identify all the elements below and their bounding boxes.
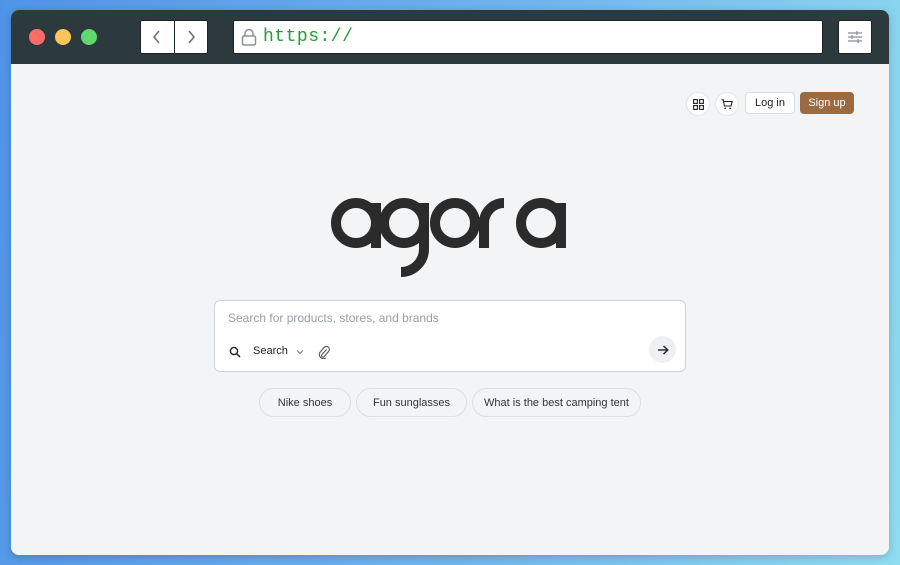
search-submit-button[interactable]	[649, 336, 676, 363]
search-box: Search	[214, 300, 686, 372]
suggestion-chip[interactable]: Fun sunglasses	[356, 388, 467, 417]
suggestion-chips: Nike shoes Fun sunglasses What is the be…	[259, 388, 646, 417]
back-button[interactable]	[141, 21, 174, 53]
forward-button[interactable]	[173, 21, 207, 53]
minimize-window-button[interactable]	[55, 29, 71, 45]
suggestion-chip[interactable]: What is the best camping tent	[472, 388, 641, 417]
sliders-icon	[848, 31, 862, 43]
navigation-buttons	[140, 20, 208, 54]
address-bar[interactable]: https://	[233, 20, 823, 54]
cart-button[interactable]	[715, 92, 739, 116]
browser-window: https:// Log in Sign up Search for produ…	[11, 10, 889, 555]
chevron-left-icon	[153, 30, 161, 44]
page-content: Log in Sign up Search for products, stor…	[11, 64, 889, 555]
signup-button[interactable]: Sign up	[800, 92, 854, 114]
lock-icon	[241, 28, 257, 46]
agora-logo	[331, 198, 566, 277]
browser-titlebar: https://	[11, 10, 889, 64]
search-mode-label[interactable]: Search	[253, 345, 288, 357]
chevron-right-icon	[188, 30, 196, 44]
search-icon	[229, 346, 241, 358]
browser-settings-button[interactable]	[838, 20, 872, 54]
paperclip-icon[interactable]	[318, 345, 330, 359]
login-button[interactable]: Log in	[745, 92, 795, 114]
url-text: https://	[263, 27, 354, 47]
apps-button[interactable]	[686, 92, 710, 116]
suggestion-chip[interactable]: Nike shoes	[259, 388, 351, 417]
chevron-down-icon[interactable]	[296, 348, 304, 356]
grid-icon	[692, 98, 704, 110]
cart-icon	[721, 98, 733, 109]
arrow-right-icon	[657, 344, 669, 355]
close-window-button[interactable]	[29, 29, 45, 45]
search-input[interactable]	[228, 309, 668, 327]
maximize-window-button[interactable]	[81, 29, 97, 45]
